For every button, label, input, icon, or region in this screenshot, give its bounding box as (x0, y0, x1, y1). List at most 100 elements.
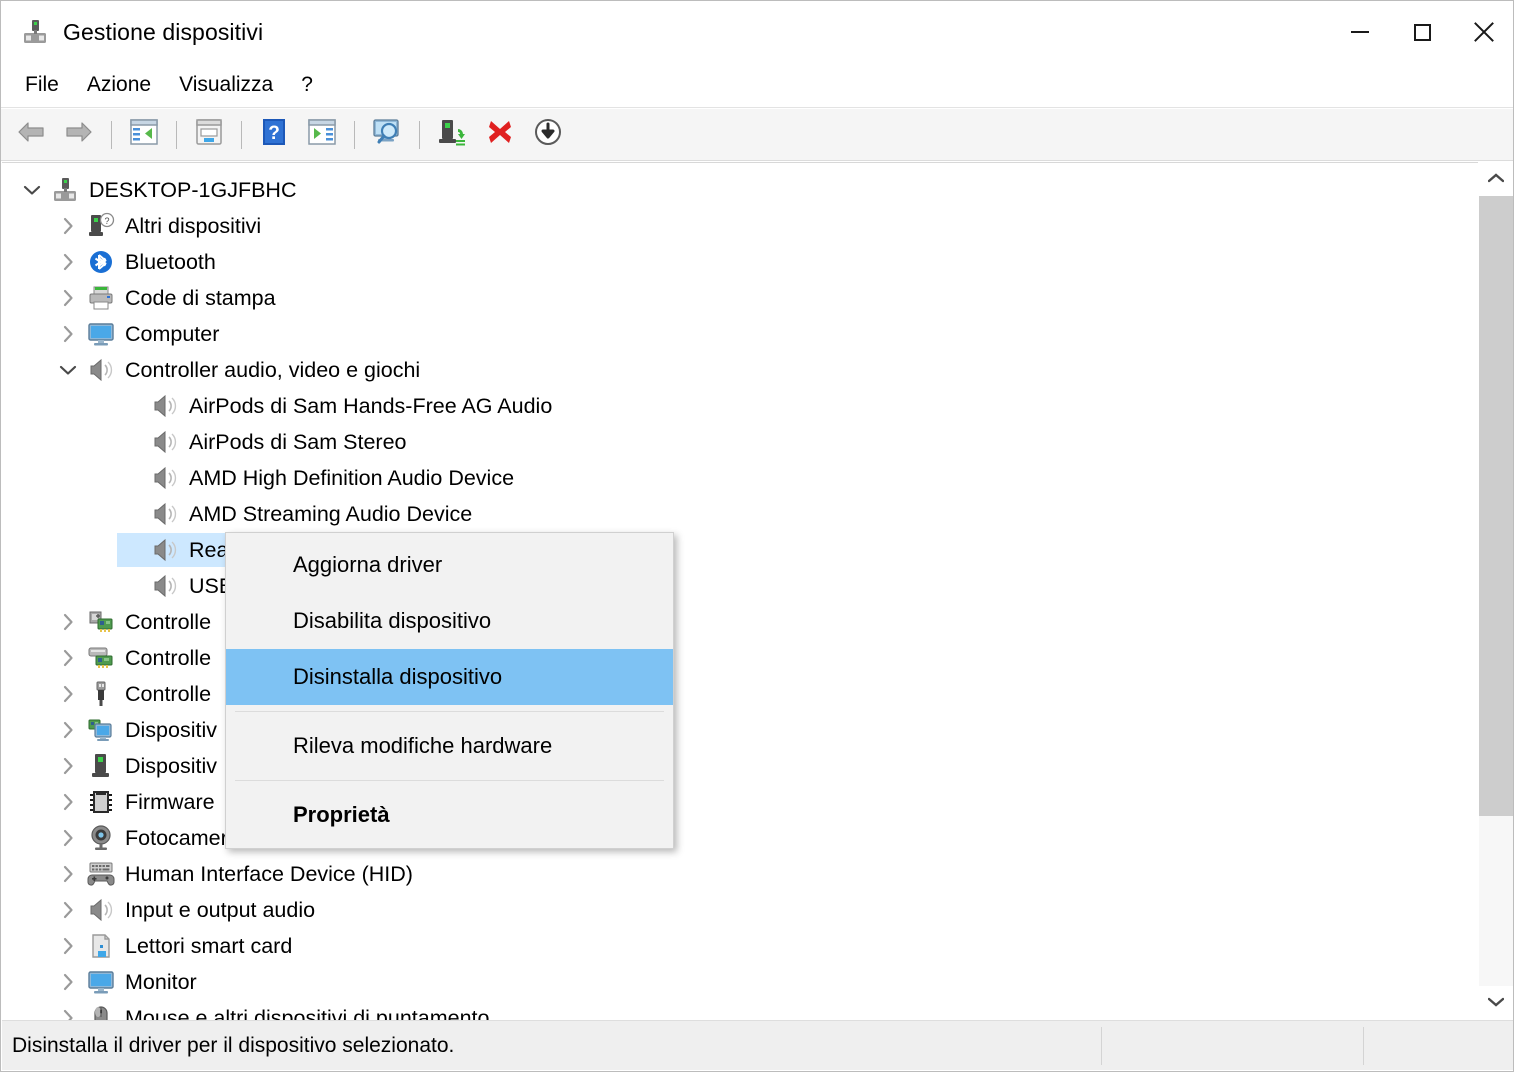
minimize-icon (1351, 31, 1369, 33)
context-menu[interactable]: Aggiorna driver Disabilita dispositivo Dis… (225, 532, 674, 849)
tree-item[interactable]: Controller audio, video e giochi (2, 352, 1480, 388)
tree-item[interactable]: AMD High Definition Audio Device (2, 460, 1480, 496)
tree-item[interactable]: Controlle (2, 640, 1480, 676)
tree-item-label: Monitor (125, 970, 197, 994)
back-button[interactable] (9, 113, 53, 157)
properties-button[interactable] (187, 113, 231, 157)
forward-icon (64, 120, 94, 149)
chevron-right-icon[interactable] (50, 640, 86, 676)
chevron-right-icon[interactable] (50, 280, 86, 316)
status-divider-1 (1101, 1027, 1102, 1065)
ctx-properties[interactable]: Proprietà (226, 787, 673, 843)
device-tree-pane[interactable]: DESKTOP-1GJFBHC? Altri dispositivi Bluetoo… (2, 162, 1480, 1020)
menu-visualizza[interactable]: Visualizza (165, 69, 287, 101)
tree-item[interactable]: Mouse e altri dispositivi di puntamento (2, 1000, 1480, 1020)
help-icon: ? (262, 118, 286, 151)
system-device-icon (86, 751, 116, 781)
chevron-right-icon[interactable] (50, 748, 86, 784)
chevron-down-icon[interactable] (14, 172, 50, 208)
chevron-right-icon[interactable] (50, 208, 86, 244)
menu-help[interactable]: ? (287, 69, 327, 101)
tree-item-label: Controlle (125, 646, 212, 670)
update-driver-icon (308, 119, 336, 150)
tree-item[interactable]: Bluetooth (2, 244, 1480, 280)
chevron-right-icon[interactable] (50, 1000, 86, 1020)
chevron-right-icon[interactable] (50, 892, 86, 928)
minimize-button[interactable] (1329, 1, 1391, 63)
tree-item[interactable]: Computer (2, 316, 1480, 352)
camera-icon (86, 823, 116, 853)
tree-item[interactable]: DESKTOP-1GJFBHC (2, 172, 1480, 208)
update-driver-button[interactable] (300, 113, 344, 157)
chevron-right-icon[interactable] (50, 316, 86, 352)
speaker-icon (150, 427, 180, 457)
tree-item-label: AMD Streaming Audio Device (189, 502, 473, 526)
tree-item-label: Dispositiv (125, 754, 217, 778)
window-controls (1329, 1, 1513, 63)
show-hide-tree-button[interactable] (122, 113, 166, 157)
tree-item[interactable]: USB2. (2, 568, 1480, 604)
chevron-right-icon[interactable] (50, 604, 86, 640)
menu-file[interactable]: File (11, 69, 73, 101)
help-button[interactable]: ? (252, 113, 296, 157)
tree-item-label: AirPods di Sam Stereo (189, 430, 407, 454)
tree-item[interactable]: Human Interface Device (HID) (2, 856, 1480, 892)
speaker-icon (150, 463, 180, 493)
tree-item[interactable]: AirPods di Sam Stereo (2, 424, 1480, 460)
tree-item[interactable]: Lettori smart card (2, 928, 1480, 964)
ctx-disable-device[interactable]: Disabilita dispositivo (226, 593, 673, 649)
enable-device-button[interactable] (430, 113, 474, 157)
maximize-button[interactable] (1391, 1, 1453, 63)
ctx-scan-hardware[interactable]: Rileva modifiche hardware (226, 718, 673, 774)
tree-item[interactable]: AirPods di Sam Hands-Free AG Audio (2, 388, 1480, 424)
svg-text:?: ? (268, 123, 280, 144)
ctx-update-driver[interactable]: Aggiorna driver (226, 537, 673, 593)
vertical-scrollbar[interactable] (1478, 162, 1513, 1020)
tree-item[interactable]: Code di stampa (2, 280, 1480, 316)
tree-item-label: Bluetooth (125, 250, 216, 274)
tree-item[interactable]: Dispositiv (2, 748, 1480, 784)
status-divider-2 (1363, 1027, 1364, 1065)
forward-button[interactable] (57, 113, 101, 157)
chevron-right-icon[interactable] (50, 856, 86, 892)
chevron-down-icon[interactable] (50, 352, 86, 388)
chevron-right-icon[interactable] (50, 784, 86, 820)
speaker-icon (86, 355, 116, 385)
scroll-up-button[interactable] (1479, 162, 1513, 196)
tree-item[interactable]: Controlle (2, 676, 1480, 712)
tree-item[interactable]: Fotocamere (2, 820, 1480, 856)
monitor-icon (86, 967, 116, 997)
scrollbar-track[interactable] (1479, 196, 1513, 986)
toolbar-separator-1 (111, 120, 112, 149)
bluetooth-icon (86, 247, 116, 277)
tree-item[interactable]: Dispositiv (2, 712, 1480, 748)
tree-item[interactable]: Firmware (2, 784, 1480, 820)
scrollbar-thumb[interactable] (1479, 196, 1513, 816)
smartcard-icon (86, 931, 116, 961)
uninstall-device-button[interactable] (478, 113, 522, 157)
mouse-icon (86, 1003, 116, 1020)
close-button[interactable] (1453, 1, 1513, 63)
scroll-down-button[interactable] (1479, 986, 1513, 1020)
tree-item[interactable]: Realtek (2, 532, 1480, 568)
tree-item[interactable]: ? Altri dispositivi (2, 208, 1480, 244)
tree-item[interactable]: Input e output audio (2, 892, 1480, 928)
chevron-right-icon[interactable] (50, 964, 86, 1000)
status-text: Disinstalla il driver per il dispositivo… (12, 1033, 455, 1057)
chevron-right-icon[interactable] (50, 820, 86, 856)
disable-device-button[interactable] (526, 113, 570, 157)
tree-item[interactable]: Controlle (2, 604, 1480, 640)
ctx-uninstall-device[interactable]: Disinstalla dispositivo (226, 649, 673, 705)
chevron-right-icon[interactable] (50, 928, 86, 964)
tree-item[interactable]: AMD Streaming Audio Device (2, 496, 1480, 532)
tree-item[interactable]: Monitor (2, 964, 1480, 1000)
device-manager-icon (21, 18, 49, 46)
chevron-right-icon[interactable] (50, 712, 86, 748)
device-tree: DESKTOP-1GJFBHC? Altri dispositivi Bluetoo… (2, 163, 1480, 1020)
chevron-right-icon[interactable] (50, 244, 86, 280)
chevron-right-icon[interactable] (50, 676, 86, 712)
menu-azione[interactable]: Azione (73, 69, 165, 101)
scan-hardware-changes-button[interactable] (365, 113, 409, 157)
toolbar-separator-2 (176, 120, 177, 149)
firmware-icon (86, 787, 116, 817)
